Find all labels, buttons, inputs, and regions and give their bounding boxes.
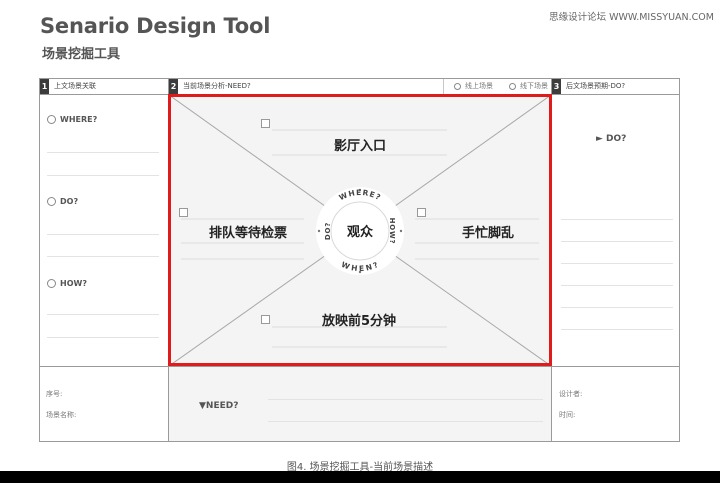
option-offline[interactable]: 线下场景 <box>509 79 548 94</box>
right-line-5 <box>561 307 673 308</box>
col1-header: 1 上文场景关联 <box>40 79 96 94</box>
option-online-radio[interactable] <box>454 82 461 90</box>
need-line-2 <box>268 421 543 422</box>
do-option[interactable]: DO? <box>47 197 78 206</box>
how-option[interactable]: HOW? <box>47 279 87 288</box>
where-line-1 <box>47 152 159 153</box>
right-line-3 <box>561 263 673 264</box>
do-line-2 <box>47 256 159 257</box>
col3-label: 后文场景预期-DO? <box>566 82 626 90</box>
scene-name-field[interactable]: 场景名称: <box>46 410 76 420</box>
right-line-4 <box>561 285 673 286</box>
right-line-2 <box>561 241 673 242</box>
right-line-6 <box>561 329 673 330</box>
where-line-2 <box>47 175 159 176</box>
bottom-band <box>0 471 720 483</box>
col2-header: 2 当前场景分析-NEED? <box>169 79 251 94</box>
option-offline-label: 线下场景 <box>520 82 548 90</box>
watermark: 思缘设计论坛 WWW.MISSYUAN.COM <box>549 12 714 23</box>
where-label: WHERE? <box>60 115 98 124</box>
need-line-1 <box>268 399 543 400</box>
right-do-label: ► DO? <box>596 134 627 144</box>
page-title: Senario Design Tool <box>40 14 271 38</box>
do-line-1 <box>47 234 159 235</box>
col3-number: 3 <box>552 79 561 94</box>
col2-number: 2 <box>169 79 178 94</box>
page-subtitle: 场景挖掘工具 <box>42 47 121 62</box>
option-online-label: 线上场景 <box>465 82 493 90</box>
current-scene-highlight <box>168 94 552 366</box>
serial-field[interactable]: 序号: <box>46 389 62 399</box>
right-line-1 <box>561 219 673 220</box>
option-offline-radio[interactable] <box>509 82 516 90</box>
footer-divider <box>39 366 680 367</box>
col2-label: 当前场景分析-NEED? <box>183 82 251 90</box>
how-line-1 <box>47 314 159 315</box>
col1-number: 1 <box>40 79 49 94</box>
option-online[interactable]: 线上场景 <box>454 79 493 94</box>
how-radio[interactable] <box>47 279 56 288</box>
where-option[interactable]: WHERE? <box>47 115 97 124</box>
time-field[interactable]: 时间: <box>559 410 575 420</box>
need-label: ▼NEED? <box>199 401 239 411</box>
col3-header: 3 后文场景预期-DO? <box>552 79 625 94</box>
col1-label: 上文场景关联 <box>54 82 96 90</box>
how-label: HOW? <box>60 279 87 288</box>
how-line-2 <box>47 337 159 338</box>
where-radio[interactable] <box>47 115 56 124</box>
designer-field[interactable]: 设计者: <box>559 389 582 399</box>
do-radio[interactable] <box>47 197 56 206</box>
option-divider <box>443 79 444 94</box>
do-label: DO? <box>60 197 79 206</box>
